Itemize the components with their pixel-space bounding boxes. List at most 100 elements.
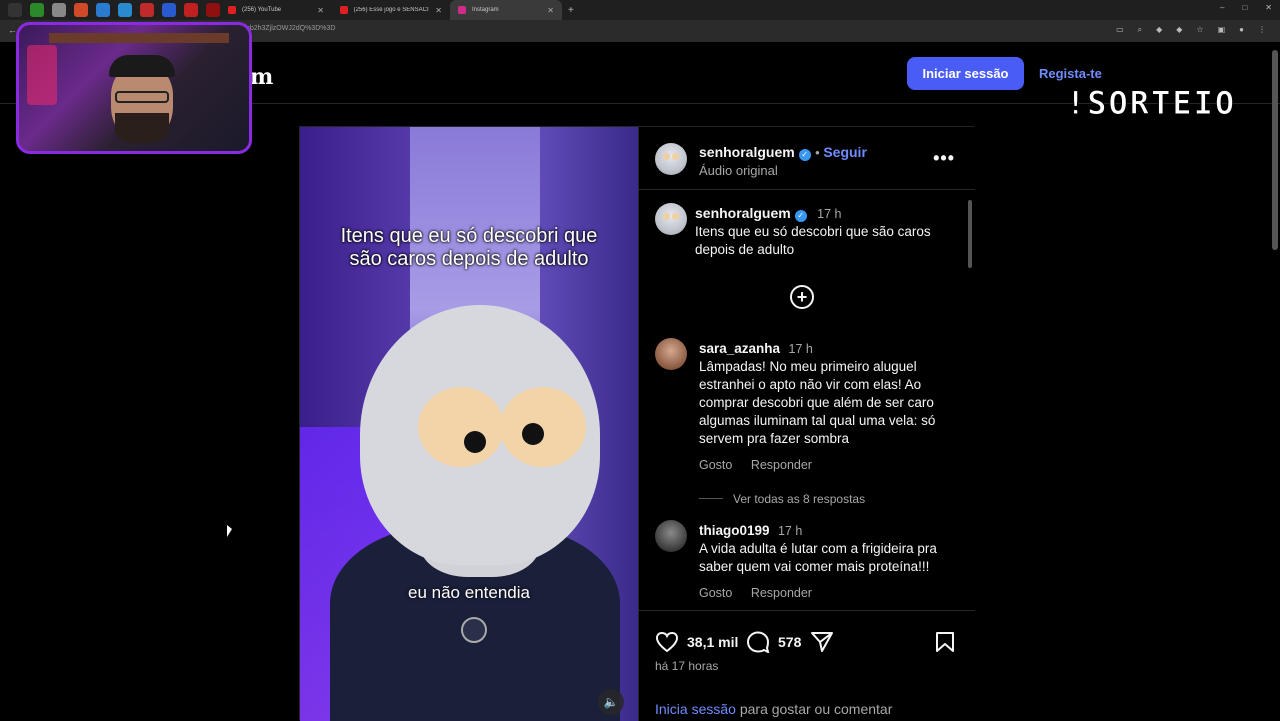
- cast-icon[interactable]: ▭: [1116, 25, 1124, 35]
- like-comment-button[interactable]: Gosto: [699, 458, 732, 472]
- post-sidebar: senhoralguem ✓ • Seguir Áudio original ••…: [638, 127, 975, 721]
- post-actions: 38,1 mil 578 há 17 horas Inicia sessão p…: [639, 610, 975, 721]
- sorteio-overlay: !SORTEIO: [1065, 84, 1237, 123]
- reply-comment-button[interactable]: Responder: [751, 586, 812, 600]
- url-text[interactable]: mb2h3ZjlzOWJ2dQ%3D%3D: [244, 25, 335, 32]
- youtube-icon: [228, 6, 236, 14]
- pinned-tab-icon[interactable]: [118, 3, 132, 17]
- extension-icon[interactable]: ▣: [1218, 25, 1226, 35]
- pinned-tab-icon[interactable]: [162, 3, 176, 17]
- like-action[interactable]: 38,1 mil: [655, 631, 738, 653]
- heart-icon[interactable]: [655, 631, 679, 653]
- author-avatar[interactable]: [655, 203, 687, 235]
- tab-list-icon[interactable]: [8, 3, 22, 17]
- comment-actions: Gosto Responder: [699, 584, 955, 602]
- bookmark-icon[interactable]: ☆: [1196, 25, 1203, 35]
- tab-video[interactable]: (256) Esse jogo é SENSACIONA... ✕: [332, 0, 450, 20]
- extension-icon[interactable]: ◆: [1176, 25, 1182, 35]
- close-tab-icon[interactable]: ✕: [435, 6, 442, 15]
- shirt-badge: [461, 617, 487, 643]
- instagram-logo[interactable]: m: [250, 64, 273, 90]
- comment-action[interactable]: 578: [746, 631, 801, 653]
- comment-time: 17 h: [777, 524, 803, 538]
- pinned-tab-icon[interactable]: [140, 3, 154, 17]
- pinned-tab-icon[interactable]: [74, 3, 88, 17]
- comments-scroll-thumb[interactable]: [968, 200, 972, 268]
- mute-button[interactable]: 🔈: [598, 689, 624, 715]
- comment-icon[interactable]: [746, 631, 770, 653]
- close-tab-icon[interactable]: ✕: [317, 6, 324, 15]
- pinned-tab-icon[interactable]: [96, 3, 110, 17]
- follow-button[interactable]: Seguir: [823, 144, 867, 160]
- share-icon[interactable]: [810, 631, 834, 653]
- commenter-avatar[interactable]: [655, 520, 687, 552]
- save-action[interactable]: [935, 631, 955, 653]
- comment-time: 17 h: [788, 342, 813, 356]
- view-replies-line: [699, 498, 723, 500]
- comment-username[interactable]: thiago0199: [699, 523, 770, 538]
- puppet-eye: [418, 387, 504, 467]
- author-username[interactable]: senhoralguem: [699, 144, 795, 160]
- browser-tabbar: (256) YouTube ✕ (256) Esse jogo é SENSAC…: [0, 0, 1280, 20]
- verified-icon: ✓: [798, 149, 811, 161]
- maximize-icon[interactable]: □: [1242, 3, 1247, 12]
- like-count: 38,1 mil: [687, 634, 739, 650]
- pinned-tab-icon[interactable]: [184, 3, 198, 17]
- pinned-tab-icon[interactable]: [52, 3, 66, 17]
- pinned-tab-icon[interactable]: [30, 3, 44, 17]
- speaker-icon: 🔈: [603, 695, 619, 709]
- login-prompt: Inicia sessão para gostar ou comentar: [655, 701, 892, 717]
- comment-username[interactable]: sara_azanha: [699, 341, 780, 356]
- comment-username[interactable]: senhoralguem: [695, 205, 791, 221]
- comment-time: 17 h: [817, 207, 842, 221]
- verified-icon: ✓: [794, 210, 807, 222]
- bookmark-icon[interactable]: [935, 631, 955, 653]
- load-more-comments-icon[interactable]: +: [790, 285, 814, 309]
- close-tab-icon[interactable]: ✕: [547, 6, 554, 15]
- menu-icon[interactable]: ⋮: [1258, 25, 1266, 35]
- instagram-icon: [458, 6, 466, 14]
- reply-comment-button[interactable]: Responder: [751, 458, 812, 472]
- view-replies[interactable]: Ver todas as 8 respostas: [699, 490, 955, 508]
- new-tab-icon[interactable]: +: [568, 5, 574, 16]
- post-header: senhoralguem ✓ • Seguir Áudio original ••…: [639, 127, 975, 190]
- audio-label[interactable]: Áudio original: [699, 163, 867, 178]
- pinned-tab-icon[interactable]: [206, 3, 220, 17]
- login-button[interactable]: Iniciar sessão: [907, 57, 1024, 90]
- streamer-glasses: [115, 91, 169, 103]
- webcam-neon-light: [27, 45, 57, 105]
- login-link[interactable]: Inicia sessão: [655, 701, 736, 717]
- extension-icon[interactable]: ◆: [1156, 25, 1162, 35]
- comment-text: A vida adulta é lutar com a frigideira p…: [699, 541, 937, 574]
- window-controls: – □ ✕: [1220, 3, 1272, 12]
- post-time[interactable]: há 17 horas: [655, 659, 718, 673]
- reel-post: Itens que eu só descobri que são caros d…: [299, 126, 975, 721]
- view-replies-label[interactable]: Ver todas as 8 respostas: [733, 492, 865, 506]
- comment-count: 578: [778, 634, 802, 650]
- streamer-beard: [115, 113, 169, 143]
- zoom-icon[interactable]: ⌕: [1138, 25, 1142, 35]
- share-action[interactable]: [810, 631, 834, 653]
- reel-video[interactable]: Itens que eu só descobri que são caros d…: [300, 127, 638, 721]
- caption-text: Itens que eu só descobri que são caros d…: [695, 224, 931, 257]
- like-comment-button[interactable]: Gosto: [699, 586, 732, 600]
- profile-icon[interactable]: ●: [1239, 25, 1244, 35]
- youtube-icon: [340, 6, 348, 14]
- comments-list: senhoralguem ✓ 17 h Itens que eu só desco…: [639, 190, 975, 610]
- commenter-avatar[interactable]: [655, 338, 687, 370]
- author-avatar[interactable]: [655, 143, 687, 175]
- close-window-icon[interactable]: ✕: [1265, 3, 1272, 12]
- address-bar-icons: ▭ ⌕ ◆ ◆ ☆ ▣ ● ⋮: [1116, 25, 1266, 35]
- signup-link[interactable]: Regista-te: [1039, 66, 1102, 81]
- puppet-eye: [500, 387, 586, 467]
- tab-instagram[interactable]: Instagram ✕: [450, 0, 562, 20]
- page-scrollbar[interactable]: [1272, 50, 1278, 250]
- login-prompt-text: para gostar ou comentar: [739, 701, 893, 717]
- comments-scrollbar[interactable]: [967, 190, 973, 610]
- streamer-cap: [109, 55, 175, 77]
- video-caption-top: Itens que eu só descobri que são caros d…: [340, 225, 598, 270]
- tab-youtube[interactable]: (256) YouTube ✕: [220, 0, 332, 20]
- minimize-icon[interactable]: –: [1220, 3, 1224, 12]
- more-options-icon[interactable]: •••: [933, 148, 955, 169]
- comment-text: Lâmpadas! No meu primeiro aluguel estran…: [699, 359, 936, 446]
